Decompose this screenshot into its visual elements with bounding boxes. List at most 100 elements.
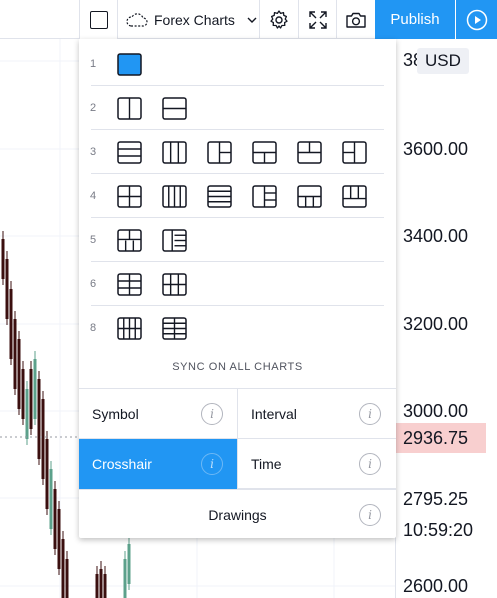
layout-3-rows-icon <box>117 140 142 164</box>
layout-option-2x2[interactable] <box>116 183 143 209</box>
layout-option-4-rows[interactable] <box>206 183 233 209</box>
layout-2-horizontal-icon <box>162 96 187 120</box>
info-icon[interactable]: i <box>359 453 381 475</box>
price-tick: 3200.00 <box>403 314 469 334</box>
candle-body <box>25 389 29 439</box>
layout-option-4x2[interactable] <box>116 315 143 341</box>
layout-row-1: 1 <box>79 42 396 86</box>
price-axis[interactable]: 3800.00 USD 3600.00 3400.00 3200.00 3000… <box>395 39 497 598</box>
layout-2x4-icon <box>162 316 187 340</box>
sync-options-grid: Symbol i Interval i Crosshair i Time i D… <box>79 388 396 538</box>
layout-option-2-top-3-bottom[interactable] <box>116 227 143 253</box>
layout-option-4-columns[interactable] <box>161 183 188 209</box>
layout-option-3x2[interactable] <box>116 271 143 297</box>
layout-1-left-2-right-icon <box>207 140 232 164</box>
layout-row-count: 3 <box>90 146 97 158</box>
candle-body <box>103 574 107 598</box>
layout-row-count: 8 <box>90 322 97 334</box>
layout-3x2-icon <box>117 272 142 296</box>
candle-body <box>57 509 61 569</box>
layout-option-1-left-4-right[interactable] <box>161 227 188 253</box>
layout-row-count: 6 <box>90 278 97 290</box>
layout-2-top-1-bottom-icon <box>297 140 322 164</box>
sync-crosshair-label: Crosshair <box>92 456 152 472</box>
play-circle-icon <box>466 9 487 30</box>
layout-option-2x3[interactable] <box>161 271 188 297</box>
layout-4-columns-icon <box>162 184 187 208</box>
layout-row-3: 3 <box>79 130 396 174</box>
layout-option-3-top-1-bottom[interactable] <box>341 183 368 209</box>
layout-option-1-top-3-bottom[interactable] <box>296 183 323 209</box>
layout-button[interactable] <box>79 0 117 39</box>
layout-option-2-vertical[interactable] <box>116 95 143 121</box>
price-tick: 3600.00 <box>403 139 469 159</box>
layout-option-3-rows[interactable] <box>116 139 143 165</box>
layout-1-top-3-bottom-icon <box>297 184 322 208</box>
settings-button[interactable] <box>259 0 298 39</box>
layout-name-button[interactable]: Forex Charts <box>117 0 259 39</box>
gear-icon <box>270 9 288 29</box>
layout-2-vertical-icon <box>117 96 142 120</box>
layout-1-left-4-right-icon <box>162 228 187 252</box>
sync-crosshair-option[interactable]: Crosshair i <box>79 439 238 489</box>
candle-body <box>99 569 103 598</box>
layout-option-1-left-2-right[interactable] <box>206 139 233 165</box>
candle-body <box>41 399 45 479</box>
candle-body <box>33 359 37 419</box>
layout-row-6: 6 <box>79 262 396 306</box>
candle-body <box>53 489 57 549</box>
layout-option-2-horizontal[interactable] <box>161 95 188 121</box>
sync-section-title: SYNC ON ALL CHARTS <box>172 361 303 373</box>
layout-4x2-icon <box>117 316 142 340</box>
camera-icon <box>346 12 366 28</box>
layout-row-count: 5 <box>90 234 97 246</box>
layout-row-count: 1 <box>90 58 97 70</box>
sync-time-option[interactable]: Time i <box>238 439 396 489</box>
layout-option-2x4[interactable] <box>161 315 188 341</box>
info-icon[interactable]: i <box>201 403 223 425</box>
candle-body <box>9 289 13 359</box>
fullscreen-icon <box>308 10 327 29</box>
price-tick: 2600.00 <box>403 576 469 596</box>
layout-single-icon <box>117 52 142 76</box>
layout-square-icon <box>89 10 108 29</box>
info-icon[interactable]: i <box>201 453 223 475</box>
fullscreen-button[interactable] <box>298 0 336 39</box>
chart-name: Forex Charts <box>154 11 235 28</box>
publish-button[interactable]: Publish <box>375 0 455 39</box>
app-root: 3800.00 USD 3600.00 3400.00 3200.00 3000… <box>0 0 497 598</box>
layout-option-3-columns[interactable] <box>161 139 188 165</box>
currency-badge[interactable]: USD <box>417 48 469 74</box>
sync-drawings-option[interactable]: Drawings i <box>79 489 396 539</box>
layout-row-5: 5 <box>79 218 396 262</box>
sync-symbol-label: Symbol <box>92 405 139 422</box>
crosshair-price-label: 2936.75 <box>396 423 486 453</box>
layout-option-single[interactable] <box>116 51 143 77</box>
sync-symbol-option[interactable]: Symbol i <box>79 389 238 439</box>
last-price-label: 2795.25 <box>403 489 469 509</box>
info-icon[interactable]: i <box>359 504 381 526</box>
layout-row-4: 4 <box>79 174 396 218</box>
snapshot-button[interactable] <box>336 0 375 39</box>
layout-2-left-1-right-icon <box>342 140 367 164</box>
layout-option-2-left-1-right[interactable] <box>341 139 368 165</box>
price-tick: 3400.00 <box>403 226 469 246</box>
cloud-icon <box>126 12 148 27</box>
layout-2x3-icon <box>162 272 187 296</box>
info-icon[interactable]: i <box>359 403 381 425</box>
layout-1-left-3-right-icon <box>252 184 277 208</box>
layout-option-1-left-3-right[interactable] <box>251 183 278 209</box>
layout-2x2-icon <box>117 184 142 208</box>
layout-row-2: 2 <box>79 86 396 130</box>
countdown-label: 10:59:20 <box>403 520 474 540</box>
layout-option-1-top-2-bottom[interactable] <box>251 139 278 165</box>
candle-body <box>1 239 5 279</box>
candle-body <box>95 574 99 598</box>
layout-1-top-2-bottom-icon <box>252 140 277 164</box>
sync-interval-option[interactable]: Interval i <box>238 389 396 439</box>
layout-option-2-top-1-bottom[interactable] <box>296 139 323 165</box>
replay-button[interactable] <box>455 0 497 39</box>
sync-drawings-label: Drawings <box>208 506 267 523</box>
layout-4-rows-icon <box>207 184 232 208</box>
candle-body <box>21 369 25 419</box>
